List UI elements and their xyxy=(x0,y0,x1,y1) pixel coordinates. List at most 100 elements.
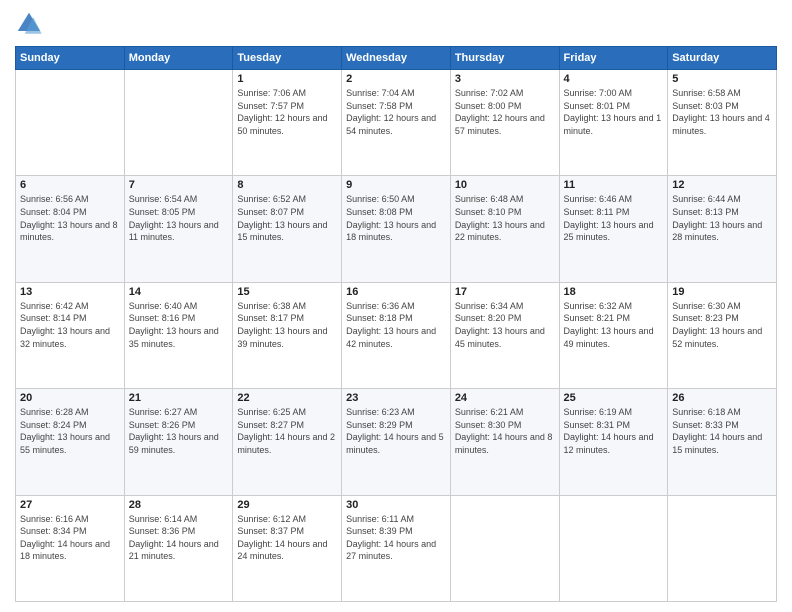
day-number: 24 xyxy=(455,392,555,404)
day-info: Sunrise: 6:28 AM Sunset: 8:24 PM Dayligh… xyxy=(20,406,120,456)
calendar-cell: 13 Sunrise: 6:42 AM Sunset: 8:14 PM Dayli… xyxy=(16,282,125,388)
day-info: Sunrise: 6:38 AM Sunset: 8:17 PM Dayligh… xyxy=(237,300,337,350)
weekday-header-monday: Monday xyxy=(124,47,233,70)
week-row-3: 20Sunrise: 6:28 AM Sunset: 8:24 PM Dayli… xyxy=(16,389,777,495)
calendar-cell xyxy=(124,70,233,176)
day-number: 7 xyxy=(129,179,229,191)
day-info: Sunrise: 6:48 AM Sunset: 8:10 PM Dayligh… xyxy=(455,193,555,243)
day-info: Sunrise: 6:19 AM Sunset: 8:31 PM Dayligh… xyxy=(564,406,664,456)
logo xyxy=(15,10,47,38)
day-info: Sunrise: 6:25 AM Sunset: 8:27 PM Dayligh… xyxy=(237,406,337,456)
day-number: 15 xyxy=(237,286,337,298)
calendar-cell: 16 Sunrise: 6:36 AM Sunset: 8:18 PM Dayli… xyxy=(342,282,451,388)
calendar-cell: 20Sunrise: 6:28 AM Sunset: 8:24 PM Dayli… xyxy=(16,389,125,495)
day-info: Sunrise: 6:40 AM Sunset: 8:16 PM Dayligh… xyxy=(129,300,229,350)
calendar-cell: 22 Sunrise: 6:25 AM Sunset: 8:27 PM Dayli… xyxy=(233,389,342,495)
day-info: Sunrise: 6:32 AM Sunset: 8:21 PM Dayligh… xyxy=(564,300,664,350)
page: SundayMondayTuesdayWednesdayThursdayFrid… xyxy=(0,0,792,612)
day-number: 14 xyxy=(129,286,229,298)
day-number: 11 xyxy=(564,179,664,191)
calendar-cell: 14 Sunrise: 6:40 AM Sunset: 8:16 PM Dayli… xyxy=(124,282,233,388)
week-row-0: 1Sunrise: 7:06 AM Sunset: 7:57 PM Daylig… xyxy=(16,70,777,176)
calendar-cell: 9 Sunrise: 6:50 AM Sunset: 8:08 PM Daylig… xyxy=(342,176,451,282)
weekday-header-row: SundayMondayTuesdayWednesdayThursdayFrid… xyxy=(16,47,777,70)
day-info: Sunrise: 6:54 AM Sunset: 8:05 PM Dayligh… xyxy=(129,193,229,243)
day-info: Sunrise: 6:30 AM Sunset: 8:23 PM Dayligh… xyxy=(672,300,772,350)
week-row-4: 27 Sunrise: 6:16 AM Sunset: 8:34 PM Dayli… xyxy=(16,495,777,601)
weekday-header-wednesday: Wednesday xyxy=(342,47,451,70)
day-info: Sunrise: 6:16 AM Sunset: 8:34 PM Dayligh… xyxy=(20,513,120,563)
day-info: Sunrise: 6:56 AM Sunset: 8:04 PM Dayligh… xyxy=(20,193,120,243)
day-number: 17 xyxy=(455,286,555,298)
calendar-cell: 27 Sunrise: 6:16 AM Sunset: 8:34 PM Dayli… xyxy=(16,495,125,601)
day-info: Sunrise: 6:23 AM Sunset: 8:29 PM Dayligh… xyxy=(346,406,446,456)
calendar-cell: 19 Sunrise: 6:30 AM Sunset: 8:23 PM Dayli… xyxy=(668,282,777,388)
calendar-cell: 2Sunrise: 7:04 AM Sunset: 7:58 PM Daylig… xyxy=(342,70,451,176)
calendar-cell: 29Sunrise: 6:12 AM Sunset: 8:37 PM Dayli… xyxy=(233,495,342,601)
calendar-cell: 30 Sunrise: 6:11 AM Sunset: 8:39 PM Dayli… xyxy=(342,495,451,601)
day-number: 10 xyxy=(455,179,555,191)
week-row-2: 13 Sunrise: 6:42 AM Sunset: 8:14 PM Dayli… xyxy=(16,282,777,388)
day-number: 6 xyxy=(20,179,120,191)
weekday-header-friday: Friday xyxy=(559,47,668,70)
day-info: Sunrise: 6:52 AM Sunset: 8:07 PM Dayligh… xyxy=(237,193,337,243)
day-number: 1 xyxy=(237,73,337,85)
day-info: Sunrise: 6:14 AM Sunset: 8:36 PM Dayligh… xyxy=(129,513,229,563)
calendar-cell: 21 Sunrise: 6:27 AM Sunset: 8:26 PM Dayli… xyxy=(124,389,233,495)
day-info: Sunrise: 6:34 AM Sunset: 8:20 PM Dayligh… xyxy=(455,300,555,350)
day-number: 25 xyxy=(564,392,664,404)
day-number: 26 xyxy=(672,392,772,404)
week-row-1: 6 Sunrise: 6:56 AM Sunset: 8:04 PM Daylig… xyxy=(16,176,777,282)
day-info: Sunrise: 6:11 AM Sunset: 8:39 PM Dayligh… xyxy=(346,513,446,563)
calendar-cell: 7 Sunrise: 6:54 AM Sunset: 8:05 PM Daylig… xyxy=(124,176,233,282)
day-number: 21 xyxy=(129,392,229,404)
day-number: 3 xyxy=(455,73,555,85)
day-number: 9 xyxy=(346,179,446,191)
day-number: 8 xyxy=(237,179,337,191)
day-number: 5 xyxy=(672,73,772,85)
day-info: Sunrise: 6:58 AM Sunset: 8:03 PM Dayligh… xyxy=(672,87,772,137)
calendar-cell: 18Sunrise: 6:32 AM Sunset: 8:21 PM Dayli… xyxy=(559,282,668,388)
calendar-cell: 17 Sunrise: 6:34 AM Sunset: 8:20 PM Dayli… xyxy=(450,282,559,388)
day-number: 16 xyxy=(346,286,446,298)
day-number: 28 xyxy=(129,499,229,511)
weekday-header-tuesday: Tuesday xyxy=(233,47,342,70)
day-info: Sunrise: 6:44 AM Sunset: 8:13 PM Dayligh… xyxy=(672,193,772,243)
calendar-cell xyxy=(16,70,125,176)
day-info: Sunrise: 6:42 AM Sunset: 8:14 PM Dayligh… xyxy=(20,300,120,350)
day-info: Sunrise: 6:36 AM Sunset: 8:18 PM Dayligh… xyxy=(346,300,446,350)
calendar-cell: 3 Sunrise: 7:02 AM Sunset: 8:00 PM Daylig… xyxy=(450,70,559,176)
day-number: 22 xyxy=(237,392,337,404)
day-info: Sunrise: 6:50 AM Sunset: 8:08 PM Dayligh… xyxy=(346,193,446,243)
calendar-cell xyxy=(450,495,559,601)
weekday-header-saturday: Saturday xyxy=(668,47,777,70)
header xyxy=(15,10,777,38)
day-number: 27 xyxy=(20,499,120,511)
calendar-table: SundayMondayTuesdayWednesdayThursdayFrid… xyxy=(15,46,777,602)
day-number: 30 xyxy=(346,499,446,511)
logo-icon xyxy=(15,10,43,38)
calendar-cell: 8 Sunrise: 6:52 AM Sunset: 8:07 PM Daylig… xyxy=(233,176,342,282)
calendar-cell: 11 Sunrise: 6:46 AM Sunset: 8:11 PM Dayli… xyxy=(559,176,668,282)
day-info: Sunrise: 6:46 AM Sunset: 8:11 PM Dayligh… xyxy=(564,193,664,243)
calendar-cell: 1Sunrise: 7:06 AM Sunset: 7:57 PM Daylig… xyxy=(233,70,342,176)
calendar-cell: 6 Sunrise: 6:56 AM Sunset: 8:04 PM Daylig… xyxy=(16,176,125,282)
calendar-cell: 23 Sunrise: 6:23 AM Sunset: 8:29 PM Dayli… xyxy=(342,389,451,495)
calendar-cell: 4 Sunrise: 7:00 AM Sunset: 8:01 PM Daylig… xyxy=(559,70,668,176)
calendar-cell xyxy=(559,495,668,601)
day-info: Sunrise: 6:27 AM Sunset: 8:26 PM Dayligh… xyxy=(129,406,229,456)
calendar-cell: 25 Sunrise: 6:19 AM Sunset: 8:31 PM Dayli… xyxy=(559,389,668,495)
day-info: Sunrise: 6:12 AM Sunset: 8:37 PM Dayligh… xyxy=(237,513,337,563)
day-number: 13 xyxy=(20,286,120,298)
day-info: Sunrise: 7:00 AM Sunset: 8:01 PM Dayligh… xyxy=(564,87,664,137)
day-info: Sunrise: 7:04 AM Sunset: 7:58 PM Dayligh… xyxy=(346,87,446,137)
calendar-cell: 26 Sunrise: 6:18 AM Sunset: 8:33 PM Dayli… xyxy=(668,389,777,495)
calendar-cell xyxy=(668,495,777,601)
weekday-header-sunday: Sunday xyxy=(16,47,125,70)
day-number: 4 xyxy=(564,73,664,85)
day-info: Sunrise: 6:18 AM Sunset: 8:33 PM Dayligh… xyxy=(672,406,772,456)
day-info: Sunrise: 7:02 AM Sunset: 8:00 PM Dayligh… xyxy=(455,87,555,137)
day-number: 19 xyxy=(672,286,772,298)
calendar-cell: 24Sunrise: 6:21 AM Sunset: 8:30 PM Dayli… xyxy=(450,389,559,495)
day-number: 23 xyxy=(346,392,446,404)
